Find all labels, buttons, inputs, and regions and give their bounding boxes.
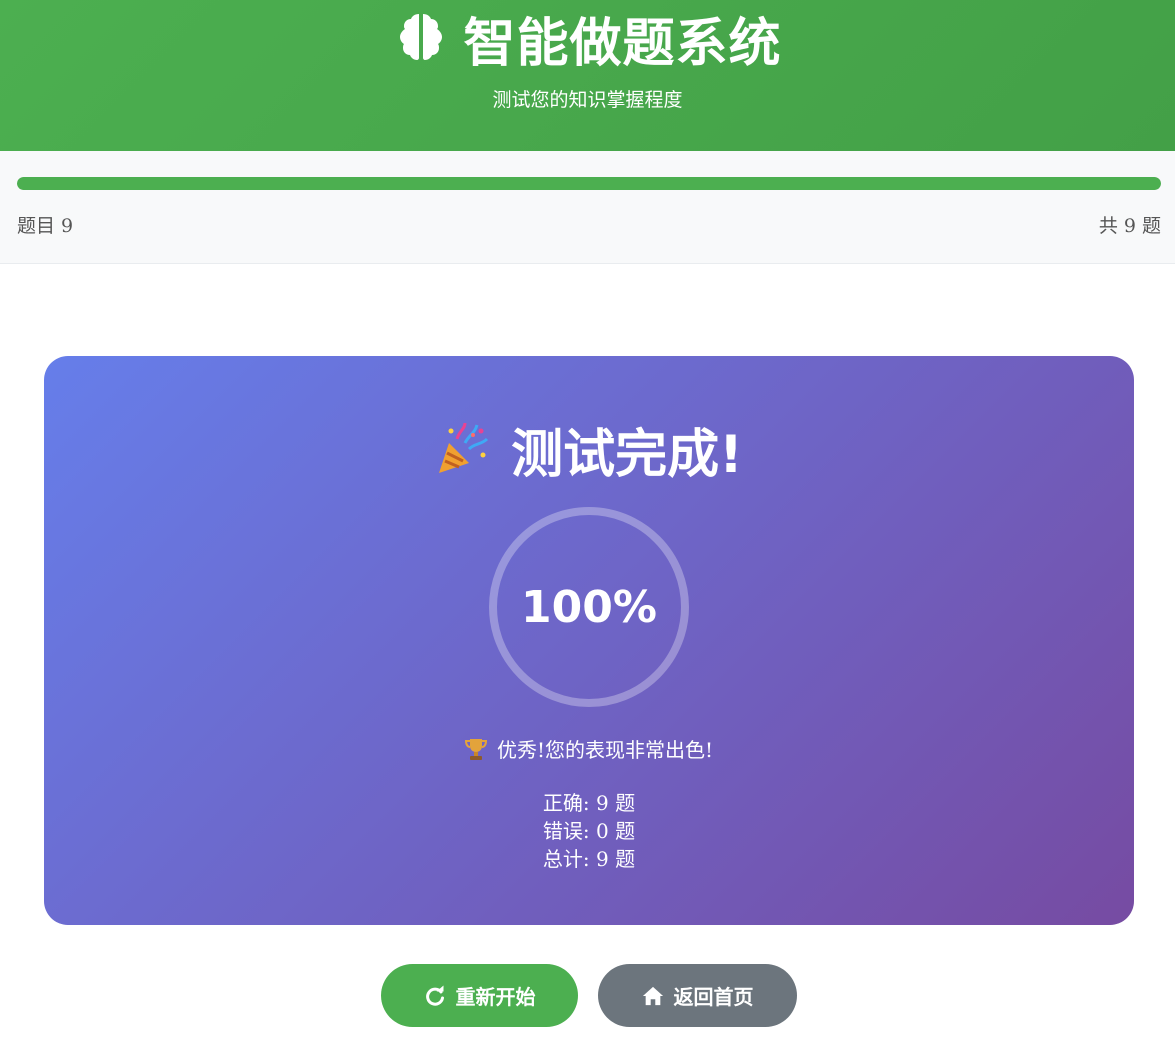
app-subtitle: 测试您的知识掌握程度 [492,89,683,111]
redo-icon [425,985,444,1006]
score-value: 100% [521,581,657,633]
result-message: 优秀!您的表现非常出色! [496,738,714,762]
stat-total: 总计: 9 题 [542,847,636,871]
app-title: 智能做题系统 [463,13,782,74]
progress-bar-fill [17,177,1161,190]
home-button[interactable]: 返回首页 [598,964,797,1027]
home-icon [642,986,663,1005]
result-message-row: 优秀!您的表现非常出色! [44,734,1134,763]
party-popper-icon [439,422,489,473]
score-circle: 100% [489,507,689,707]
progress-section: 题目 9 共 9 题 [0,151,1175,264]
restart-button-label: 重新开始 [455,985,536,1009]
home-button-label: 返回首页 [673,985,754,1009]
result-title-row: 测试完成! [44,414,1134,485]
restart-button[interactable]: 重新开始 [381,964,578,1027]
stat-correct: 正确: 9 题 [542,791,636,815]
app-header: 智能做题系统 测试您的知识掌握程度 [0,0,1175,151]
stat-wrong: 错误: 0 题 [542,819,636,843]
result-card: 测试完成! 100% 优秀!您的表现非常出色! 正确: 9 题 错误: 0 题 … [44,356,1134,925]
app-title-row: 智能做题系统 [0,6,1175,74]
result-title: 测试完成! [511,424,743,485]
result-stats: 正确: 9 题 错误: 0 题 总计: 9 题 [44,789,1134,873]
trophy-icon [464,738,487,760]
current-question-label: 题目 9 [17,215,74,237]
total-questions-label: 共 9 题 [1098,215,1161,237]
brain-icon [400,14,443,60]
progress-bar [17,177,1161,190]
